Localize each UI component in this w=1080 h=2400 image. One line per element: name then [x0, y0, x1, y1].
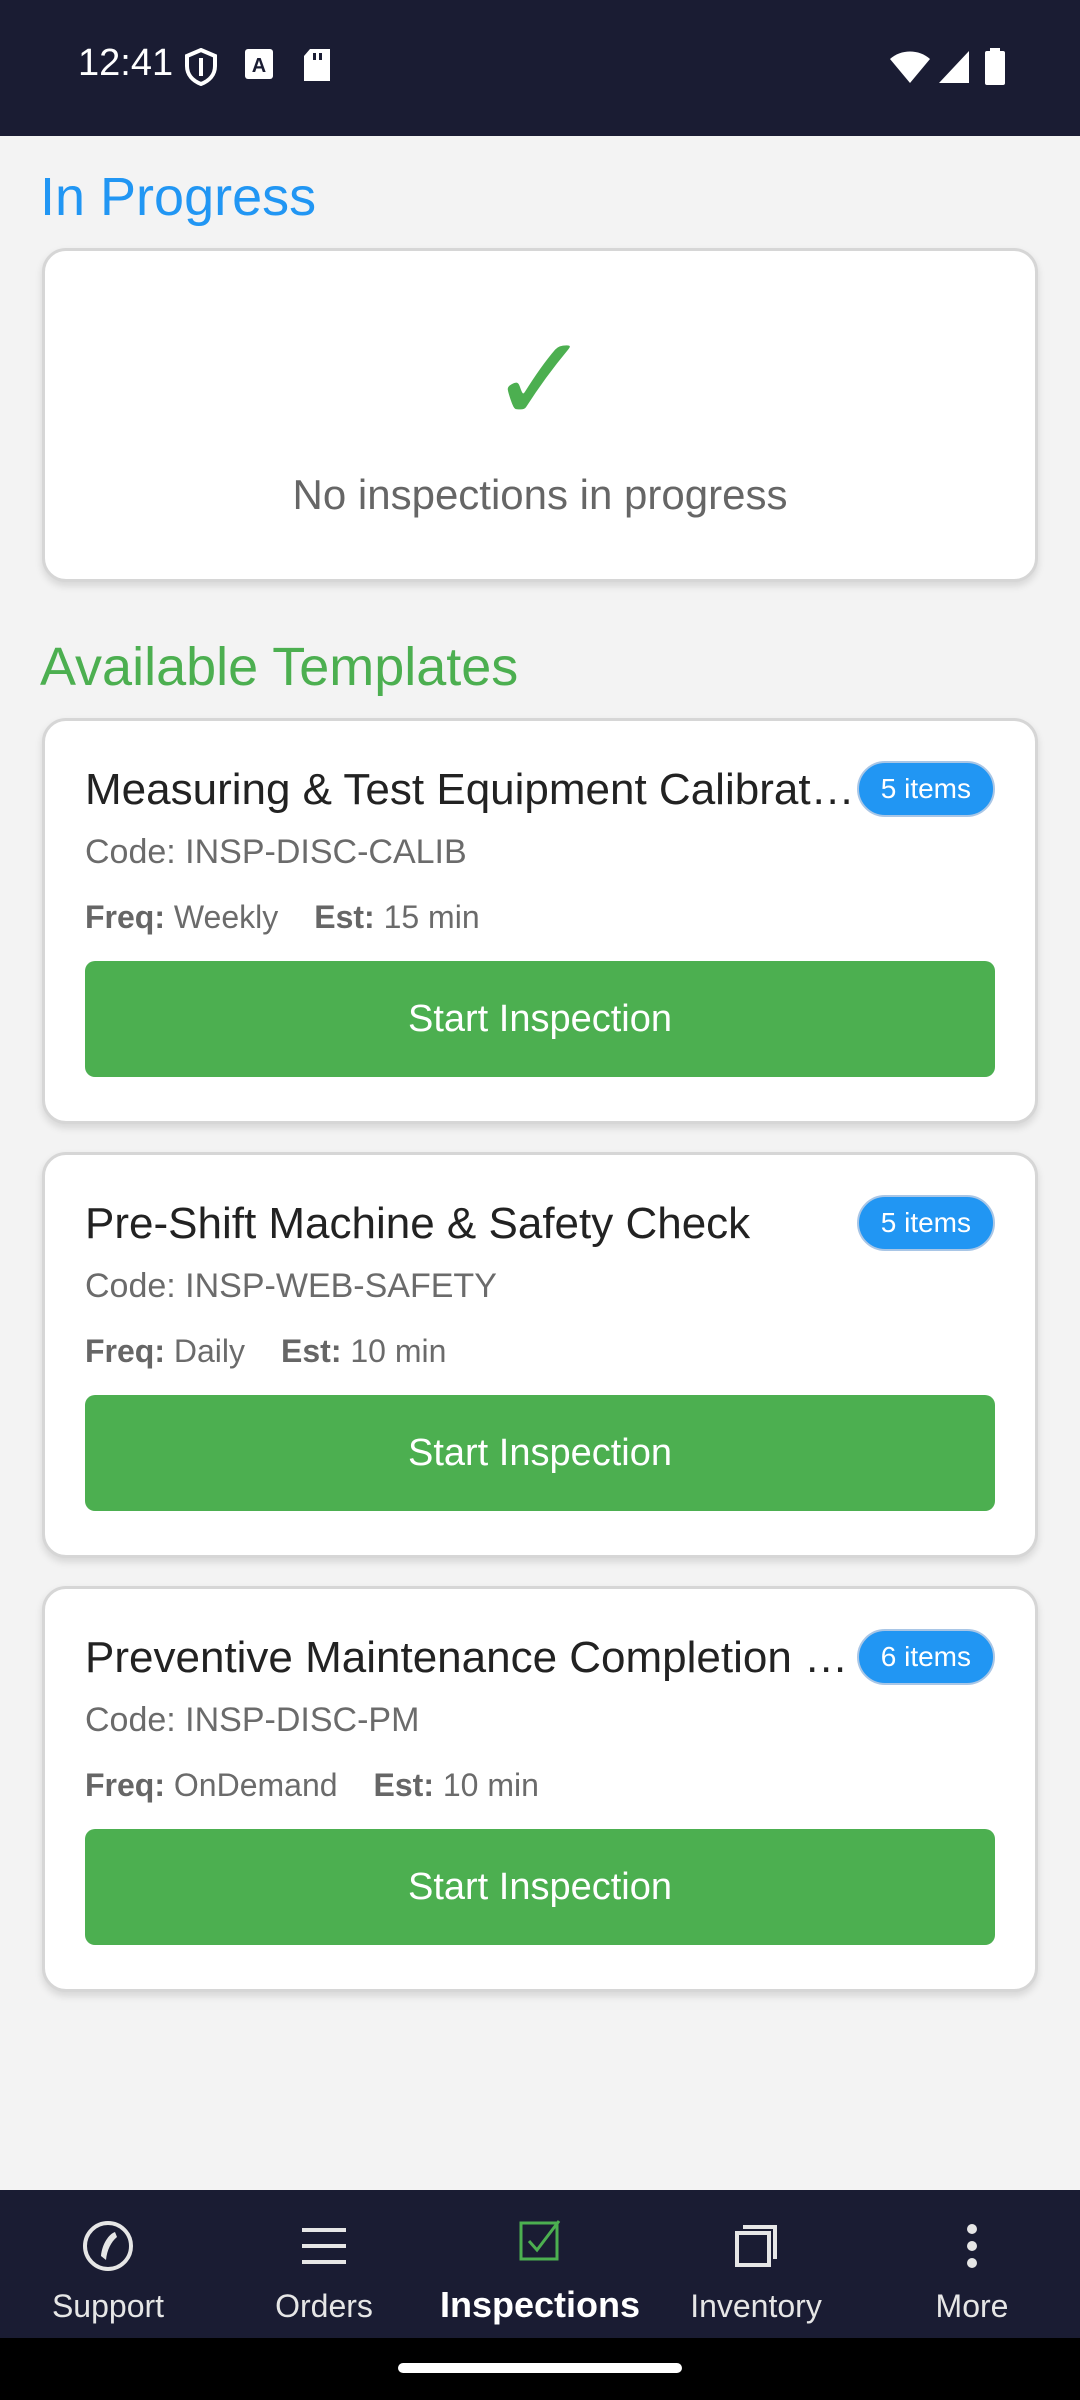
check-icon: ✓ [489, 313, 591, 447]
status-time: 12:41 [78, 42, 174, 84]
phone-icon [0, 2218, 216, 2274]
empty-state-text: No inspections in progress [292, 471, 788, 518]
nav-item-inspections[interactable]: Inspections [432, 2190, 648, 2338]
nav-item-support[interactable]: Support [0, 2190, 216, 2338]
signal-icon [938, 50, 970, 89]
freq-value: Daily [173, 1333, 246, 1369]
nav-label: More [935, 2288, 1009, 2324]
item-count-badge: 6 items [856, 1629, 995, 1685]
nav-item-inventory[interactable]: Inventory [648, 2190, 864, 2338]
status-bar: 12:41 A [0, 0, 1080, 136]
template-name: Preventive Maintenance Completion Check [85, 1633, 855, 1682]
freq-label: Freq: [85, 1333, 165, 1369]
template-meta: Freq: Weekly Est: 15 min [85, 899, 480, 936]
template-name: Measuring & Test Equipment Calibration [85, 765, 855, 814]
nav-label: Orders [275, 2288, 373, 2324]
freq-label: Freq: [85, 899, 165, 935]
est-value: 15 min [383, 899, 480, 935]
est-label: Est: [373, 1767, 434, 1803]
template-code: Code: INSP-DISC-PM [85, 1701, 420, 1739]
start-inspection-button[interactable]: Start Inspection [85, 961, 995, 1077]
svg-text:A: A [252, 55, 266, 77]
start-inspection-button[interactable]: Start Inspection [85, 1395, 995, 1511]
template-card: Preventive Maintenance Completion Check … [42, 1586, 1038, 1992]
freq-value: OnDemand [173, 1767, 338, 1803]
wifi-icon [890, 50, 930, 89]
nav-label: Inspections [439, 2284, 641, 2325]
start-inspection-button[interactable]: Start Inspection [85, 1829, 995, 1945]
item-count-badge: 5 items [856, 1195, 995, 1251]
est-value: 10 min [442, 1767, 539, 1803]
est-value: 10 min [350, 1333, 447, 1369]
available-templates-title: Available Templates [40, 637, 519, 697]
template-code: Code: INSP-DISC-CALIB [85, 833, 467, 871]
template-meta: Freq: Daily Est: 10 min [85, 1333, 446, 1370]
sd-card-icon [302, 48, 332, 87]
freq-label: Freq: [85, 1767, 165, 1803]
freq-value: Weekly [173, 899, 279, 935]
nav-item-more[interactable]: More [864, 2190, 1080, 2338]
more-vertical-icon [864, 2218, 1080, 2274]
template-name: Pre-Shift Machine & Safety Check [85, 1199, 751, 1248]
template-meta: Freq: OnDemand Est: 10 min [85, 1767, 539, 1804]
a-notification-icon: A [244, 48, 274, 85]
shield-icon [184, 47, 218, 91]
battery-icon [984, 48, 1006, 91]
item-count-badge: 5 items [856, 761, 995, 817]
box-icon [648, 2218, 864, 2274]
nav-item-orders[interactable]: Orders [216, 2190, 432, 2338]
bottom-navigation: Support Orders Inspections Inventory Mor… [0, 2190, 1080, 2338]
template-card: Pre-Shift Machine & Safety Check 5 items… [42, 1152, 1038, 1558]
nav-label: Inventory [690, 2288, 822, 2324]
nav-label: Support [51, 2288, 165, 2324]
checkbox-icon [432, 2212, 648, 2268]
list-icon [216, 2218, 432, 2274]
template-code: Code: INSP-WEB-SAFETY [85, 1267, 497, 1305]
template-card: Measuring & Test Equipment Calibration 5… [42, 718, 1038, 1124]
home-handle[interactable] [398, 2363, 682, 2373]
est-label: Est: [314, 899, 375, 935]
est-label: Est: [281, 1333, 342, 1369]
empty-in-progress-card: ✓ No inspections in progress [42, 248, 1038, 582]
in-progress-title: In Progress [40, 167, 317, 227]
gesture-bar [0, 2338, 1080, 2400]
